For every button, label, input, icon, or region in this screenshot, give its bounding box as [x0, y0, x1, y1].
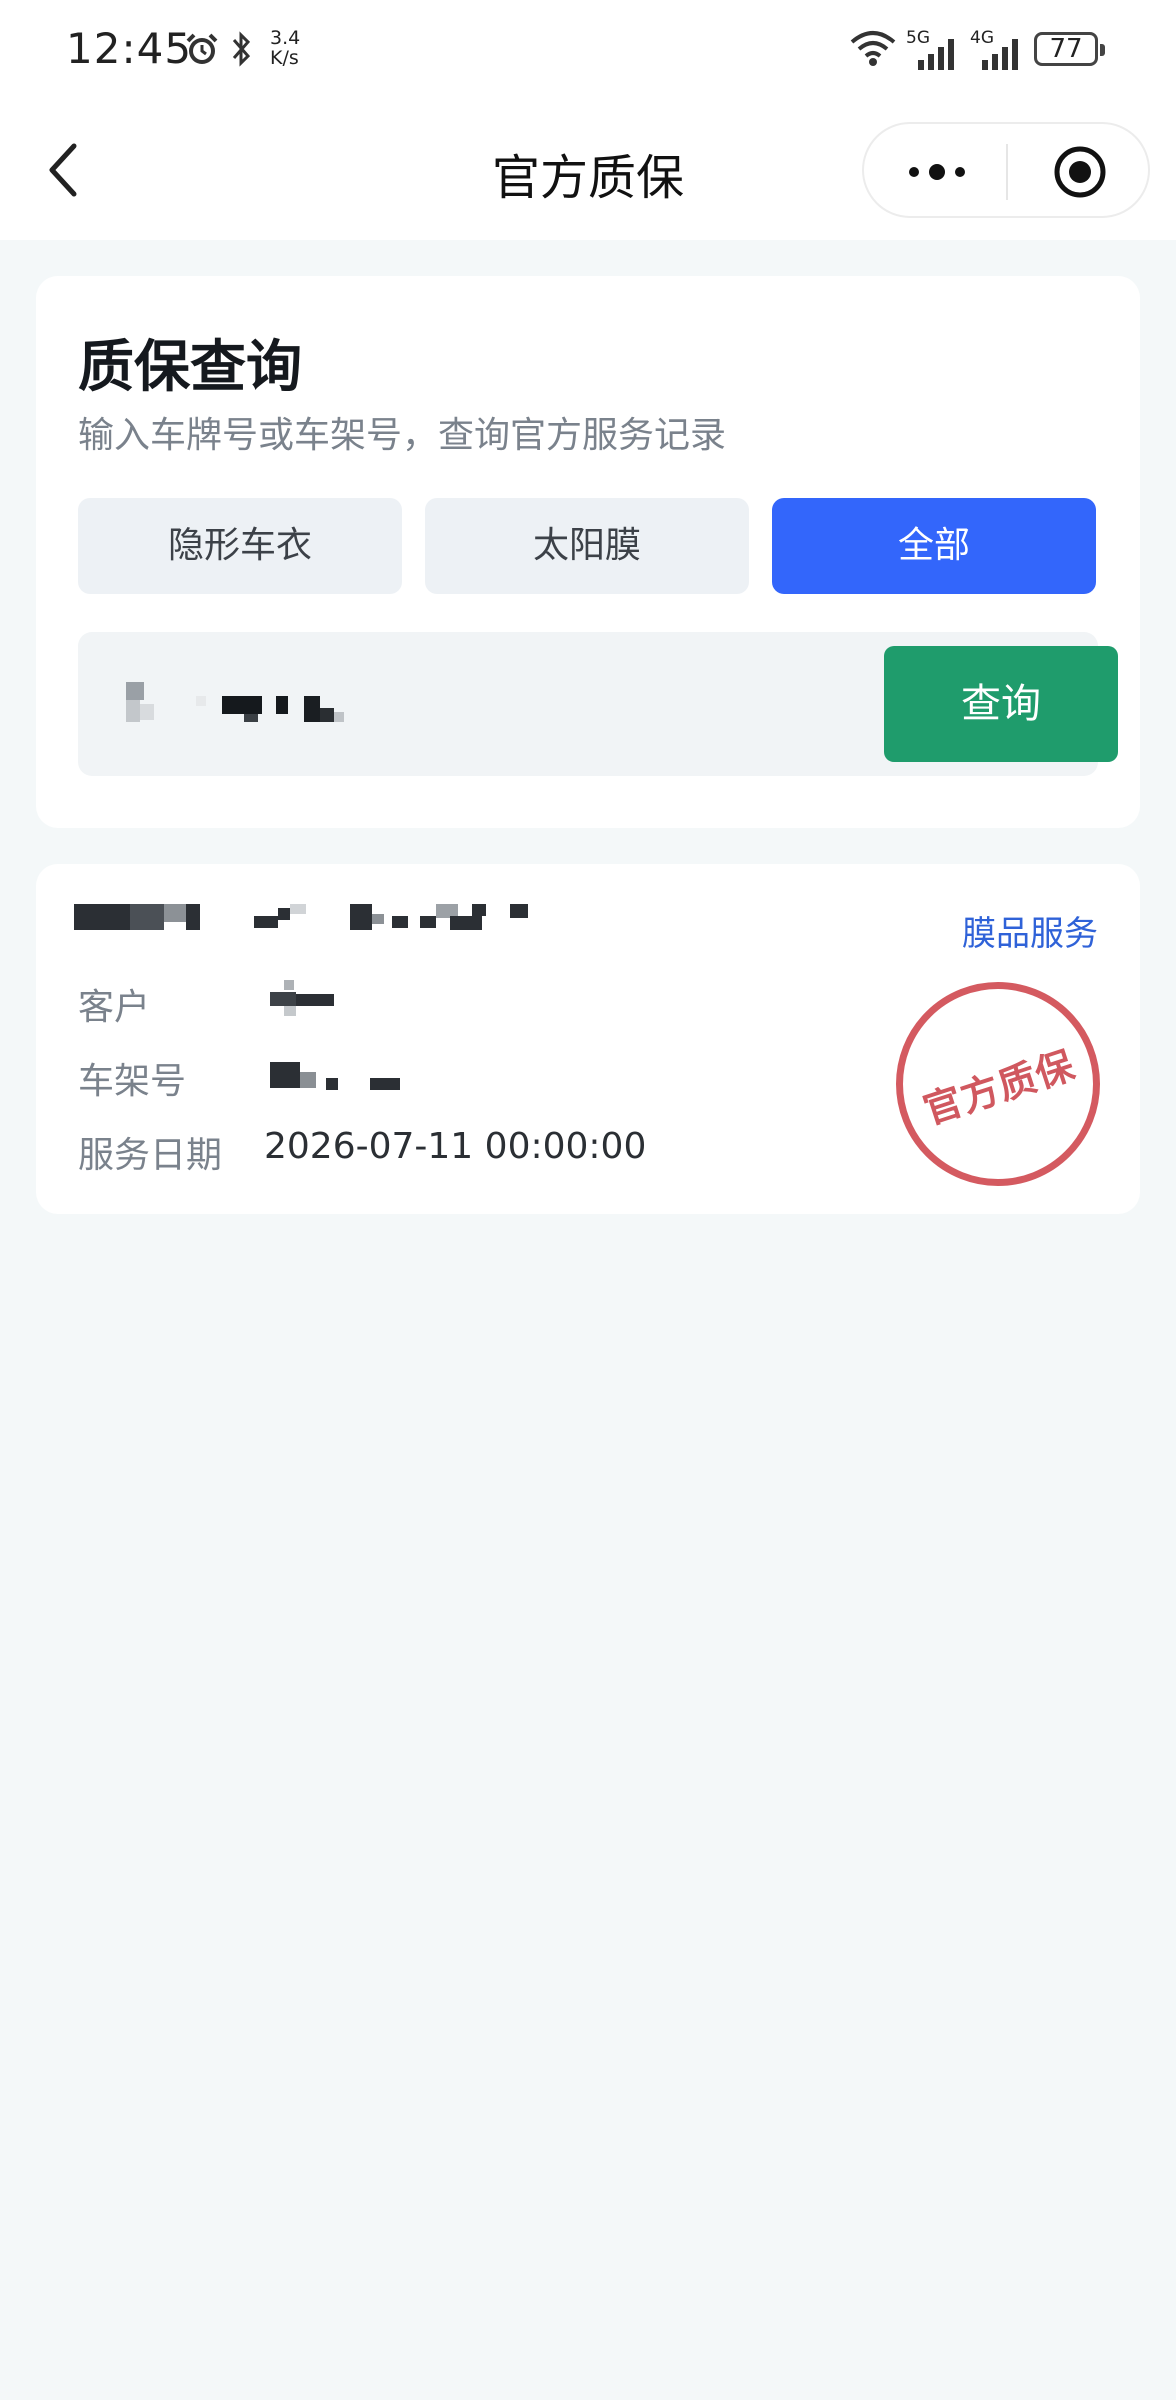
stamp-text: 官方质保 — [918, 1042, 1081, 1133]
nav-bar: 官方质保 — [0, 100, 1176, 240]
vin-label: 车架号 — [78, 1061, 187, 1102]
query-subtitle: 输入车牌号或车架号，查询官方服务记录 — [78, 415, 727, 456]
tab-window-film[interactable]: 太阳膜 — [425, 498, 749, 594]
customer-label: 客户 — [78, 987, 151, 1028]
service-date-label: 服务日期 — [78, 1135, 223, 1176]
official-warranty-stamp: 官方质保 — [896, 982, 1100, 1186]
result-title-redacted — [74, 904, 614, 936]
battery-indicator: 77 — [1034, 32, 1105, 66]
close-miniprogram-icon[interactable] — [1052, 144, 1108, 200]
more-options-icon[interactable] — [904, 152, 970, 192]
capsule-divider — [1006, 144, 1008, 200]
warranty-query-card: 质保查询 输入车牌号或车架号，查询官方服务记录 隐形车衣 太阳膜 全部 查询 — [36, 276, 1140, 828]
vin-value-redacted — [270, 1062, 410, 1096]
network-speed: 3.4 K/s — [270, 28, 300, 68]
service-date-value: 2026-07-11 00:00:00 — [264, 1126, 647, 1167]
network-speed-value: 3.4 — [270, 27, 301, 49]
alarm-icon — [186, 33, 218, 64]
mini-program-capsule — [862, 122, 1150, 218]
status-time: 12:45 — [66, 24, 193, 73]
bluetooth-icon — [232, 31, 251, 67]
wifi-icon — [850, 31, 896, 66]
query-title: 质保查询 — [78, 335, 302, 400]
search-box: 查询 — [78, 632, 1118, 776]
signal-4g-icon: 4G — [970, 28, 1024, 70]
service-type-link[interactable]: 膜品服务 — [962, 906, 1098, 955]
search-button[interactable]: 查询 — [884, 646, 1118, 762]
customer-value-redacted — [270, 980, 350, 1020]
tab-ppf[interactable]: 隐形车衣 — [78, 498, 402, 594]
tab-all[interactable]: 全部 — [772, 498, 1096, 594]
network-speed-unit: K/s — [270, 47, 299, 69]
status-bar: 12:45 3.4 K/s 5G 4G 77 — [0, 0, 1176, 100]
result-card[interactable]: 膜品服务 客户 车架号 服务日期 2026-07-11 00:00:00 官方质… — [36, 864, 1140, 1214]
search-input[interactable] — [126, 682, 366, 722]
signal-5g-icon: 5G — [906, 28, 960, 70]
